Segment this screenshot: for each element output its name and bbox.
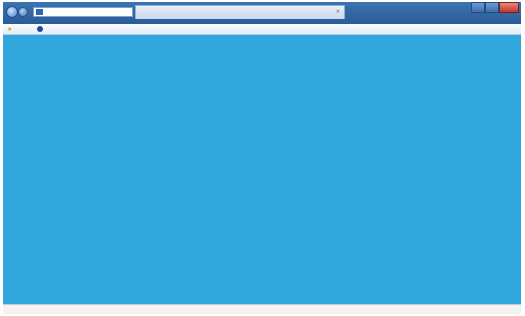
forward-button[interactable]	[18, 7, 28, 17]
title-bar: ×	[3, 2, 521, 24]
maximize-button[interactable]	[485, 2, 499, 13]
back-button[interactable]	[6, 6, 18, 18]
site-favicon-icon	[36, 9, 43, 15]
window-caption-buttons	[471, 2, 519, 14]
browser-tab[interactable]: ×	[135, 5, 345, 19]
address-bar[interactable]	[33, 7, 133, 17]
tab-close-icon[interactable]: ×	[336, 9, 340, 15]
page-content	[3, 35, 521, 304]
close-button[interactable]	[499, 2, 519, 13]
status-bar	[3, 304, 521, 314]
browser-window: × ★	[3, 2, 521, 314]
minimize-button[interactable]	[471, 2, 485, 13]
command-bar: ★	[3, 24, 521, 35]
favorite-link-icon[interactable]	[37, 26, 43, 32]
favorites-star-icon[interactable]: ★	[7, 26, 12, 33]
